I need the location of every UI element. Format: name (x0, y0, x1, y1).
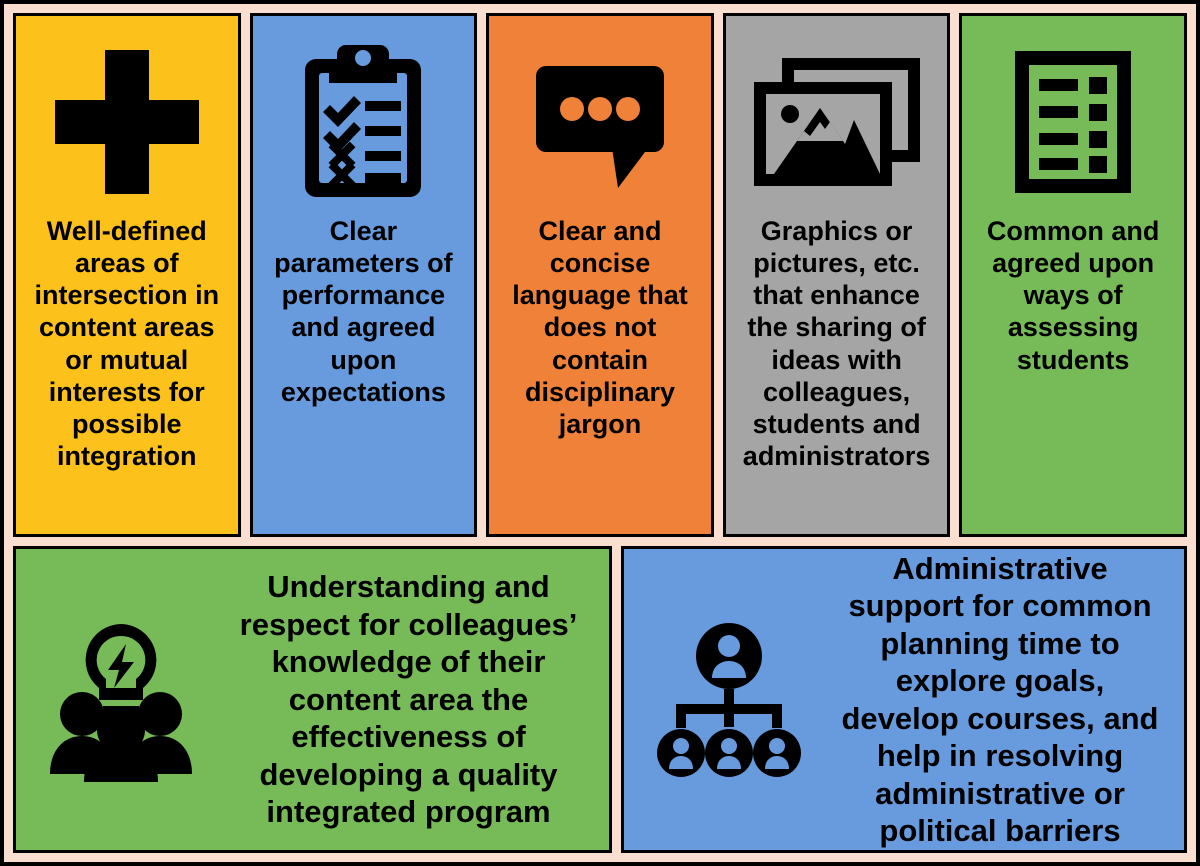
card-common-assessment[interactable]: Common and agreed upon ways of assessing… (959, 13, 1187, 537)
card-graphics-pictures[interactable]: Graphics or pictures, etc. that enhance … (722, 13, 951, 537)
bottom-row: Understanding and respect for colleagues… (13, 546, 1187, 853)
card-understanding-respect[interactable]: Understanding and respect for colleagues… (13, 546, 612, 853)
clipboard-checklist-icon (261, 34, 467, 209)
card-grid: Well-defined areas of intersection in co… (13, 13, 1187, 853)
top-row: Well-defined areas of intersection in co… (13, 13, 1187, 537)
card-label: Understanding and respect for colleagues… (239, 569, 578, 830)
plus-icon (24, 34, 230, 209)
card-label: Graphics or pictures, etc. that enhance … (742, 216, 931, 471)
card-label: Administrative support for common planni… (841, 550, 1159, 849)
org-chart-icon (624, 549, 834, 850)
infographic-canvas: Well-defined areas of intersection in co… (0, 0, 1200, 866)
card-label: Clear parameters of performance and agre… (274, 216, 453, 407)
card-label: Common and agreed upon ways of assessing… (986, 216, 1160, 375)
document-list-icon (970, 34, 1176, 209)
card-label: Well-defined areas of intersection in co… (34, 216, 220, 471)
card-clear-language[interactable]: Clear and concise language that does not… (486, 13, 714, 537)
card-label: Clear and concise language that does not… (512, 216, 688, 439)
photos-icon (734, 34, 940, 209)
card-clear-parameters[interactable]: Clear parameters of performance and agre… (249, 13, 478, 537)
card-administrative-support[interactable]: Administrative support for common planni… (621, 546, 1187, 853)
idea-team-icon (16, 549, 226, 850)
card-well-defined-areas[interactable]: Well-defined areas of intersection in co… (13, 13, 241, 537)
speech-bubble-icon (497, 34, 703, 209)
